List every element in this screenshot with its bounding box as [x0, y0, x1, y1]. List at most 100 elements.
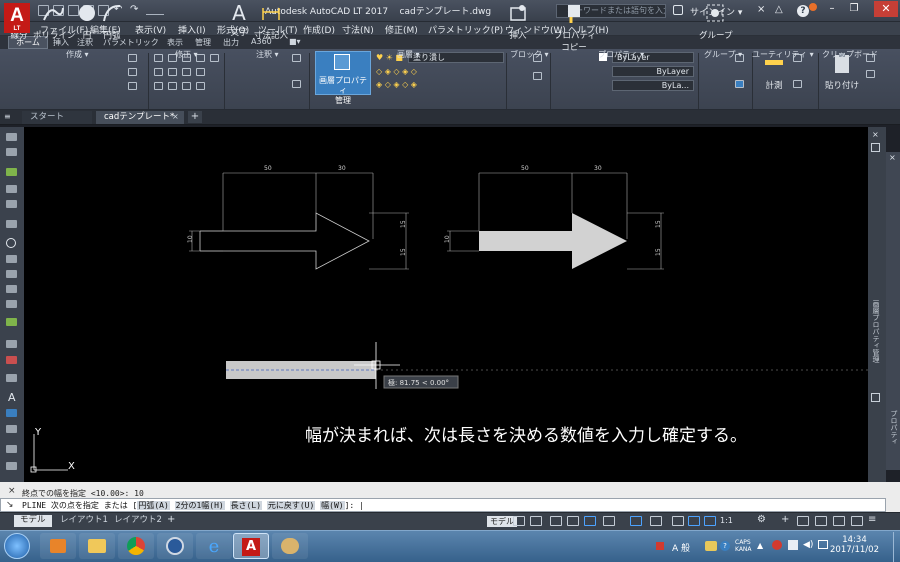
tab-layout1[interactable]: レイアウト1 [54, 515, 114, 527]
tool-icon[interactable] [6, 462, 17, 470]
ime-indicator[interactable]: A 般 [672, 541, 690, 554]
help-tray-icon[interactable]: ? [720, 541, 730, 551]
layer-tools-row1[interactable]: ◇ ◈ ◇ ◈ ◇ [376, 67, 417, 76]
hatch-icon[interactable] [128, 68, 137, 76]
taskbar-autocad[interactable]: A [233, 533, 269, 559]
plus-icon[interactable]: + [781, 514, 789, 525]
menu-insert[interactable]: 挿入(I) [178, 23, 206, 36]
exchange-icon[interactable]: ⨯ [757, 4, 765, 15]
clean-screen-icon[interactable] [833, 516, 845, 526]
taskbar-thunderbird[interactable] [157, 533, 193, 559]
annotation-panel-title[interactable]: 注釈 ▾ [256, 49, 279, 60]
layers-panel-title[interactable]: 画層 ▾ [397, 49, 420, 60]
draw-panel-title[interactable]: 作成 ▾ [66, 49, 89, 60]
grid-icon[interactable] [513, 516, 525, 526]
insert-block-button[interactable]: 挿入 [507, 2, 529, 41]
panel-pin-icon[interactable] [871, 143, 880, 152]
tool-icon[interactable] [6, 148, 17, 156]
auto-scale-icon[interactable] [704, 516, 716, 526]
flag-icon[interactable] [788, 540, 798, 550]
calculator-icon[interactable] [793, 80, 802, 88]
tray-app-icon[interactable] [656, 542, 664, 550]
copy-icon[interactable] [154, 68, 163, 76]
stretch-icon[interactable] [154, 82, 163, 90]
status-customize-icon[interactable]: ≡ [868, 514, 876, 525]
show-hidden-icons[interactable]: ▲ [757, 541, 763, 550]
workspace-dropdown[interactable] [146, 6, 164, 15]
menu-draw[interactable]: 作成(D) [303, 23, 335, 36]
match-properties-button[interactable]: プロパティ コピー [554, 2, 596, 53]
binoculars-icon[interactable] [673, 5, 683, 15]
tab-layout2[interactable]: レイアウト2 [108, 515, 168, 527]
show-desktop-button[interactable] [893, 532, 900, 562]
block-panel-title[interactable]: ブロック ▾ [510, 49, 549, 60]
menu-icon[interactable]: ≡ [4, 112, 18, 123]
tool-icon[interactable] [6, 200, 17, 208]
selection-cycling-icon[interactable] [672, 516, 684, 526]
clock[interactable]: 14:34 2017/11/02 [830, 535, 879, 555]
close-button[interactable]: ✕ [874, 1, 898, 17]
taskbar-ie[interactable]: e [196, 533, 232, 559]
snap-icon[interactable] [530, 516, 542, 526]
array-icon[interactable] [182, 82, 191, 90]
lineweight-icon[interactable] [630, 516, 642, 526]
autodesk-a360-icon[interactable]: △ [775, 4, 783, 15]
osnap-icon[interactable] [584, 516, 596, 526]
transparency-icon[interactable] [650, 516, 662, 526]
security-icon[interactable] [772, 540, 782, 550]
hardware-accel-icon[interactable] [815, 516, 827, 526]
lineweight-dropdown[interactable]: ByLa... [612, 80, 694, 91]
taskbar-chrome[interactable] [118, 533, 154, 559]
text-button[interactable]: A 文字 [228, 2, 250, 38]
workspace-gear-icon[interactable]: ⚙ [757, 514, 766, 525]
tab-output[interactable]: 出力 [223, 37, 239, 48]
otrack-icon[interactable] [603, 516, 615, 526]
option-halfwidth[interactable]: 2分の1幅(H) [174, 501, 225, 510]
option-undo[interactable]: 元に戻す(U) [266, 501, 316, 510]
explode-icon[interactable] [196, 68, 205, 76]
close-tab-icon[interactable]: × [172, 112, 179, 121]
tool-icon[interactable] [6, 318, 17, 326]
circle-tool-icon[interactable] [6, 238, 16, 248]
tool-icon[interactable] [6, 445, 17, 453]
tab-model[interactable]: モデル [14, 515, 52, 527]
menu-parametric[interactable]: パラメトリック(P) [428, 23, 503, 36]
network-icon[interactable] [818, 540, 828, 549]
mirror-icon[interactable] [168, 68, 177, 76]
gradient-icon[interactable] [128, 82, 137, 90]
customize-icon[interactable]: ↘ [6, 500, 14, 510]
ortho-icon[interactable] [550, 516, 562, 526]
tool-icon[interactable] [6, 168, 17, 176]
close-panel-icon[interactable]: × [872, 130, 879, 139]
menu-modify[interactable]: 修正(M) [385, 23, 418, 36]
taskbar-explorer[interactable] [79, 533, 115, 559]
close-command-icon[interactable]: × [8, 486, 16, 496]
application-menu-button[interactable]: A LT [4, 3, 30, 33]
layer-palette-label[interactable]: 画層プロパティ管理 [871, 300, 881, 363]
option-length[interactable]: 長さ(L) [229, 501, 263, 510]
tool-icon[interactable] [6, 220, 17, 228]
rectangle-icon[interactable] [128, 54, 137, 62]
properties-panel-title[interactable]: プロパティ ▾ [598, 49, 644, 60]
add-layout-icon[interactable]: + [167, 514, 175, 525]
utilities-panel-title[interactable]: ユーティリティ ▾ [752, 49, 814, 60]
tool-icon[interactable] [6, 300, 17, 308]
clipboard-panel-title[interactable]: クリップボード [822, 49, 878, 60]
tool-icon[interactable] [6, 409, 17, 417]
tool-icon[interactable] [6, 255, 17, 263]
polar-icon[interactable] [567, 516, 579, 526]
file-tab-current[interactable]: cadテンプレート* [96, 111, 184, 124]
minimize-button[interactable]: – [824, 2, 840, 16]
layer-dropdown[interactable]: 塗り潰し [408, 52, 504, 63]
groups-panel-title[interactable]: グループ ▾ [704, 49, 742, 60]
modify-panel-title[interactable]: 修正 ▾ [175, 49, 198, 60]
edit-block-icon[interactable] [533, 72, 542, 80]
option-width[interactable]: 幅(W) [320, 501, 345, 510]
isolate-objects-icon[interactable] [797, 516, 809, 526]
fullscreen-icon[interactable] [851, 516, 863, 526]
tool-icon[interactable] [6, 270, 17, 278]
menu-view[interactable]: 表示(V) [135, 23, 166, 36]
tool-icon[interactable] [6, 340, 17, 348]
move-icon[interactable] [154, 54, 163, 62]
option-arc[interactable]: 円弧(A) [137, 501, 170, 510]
